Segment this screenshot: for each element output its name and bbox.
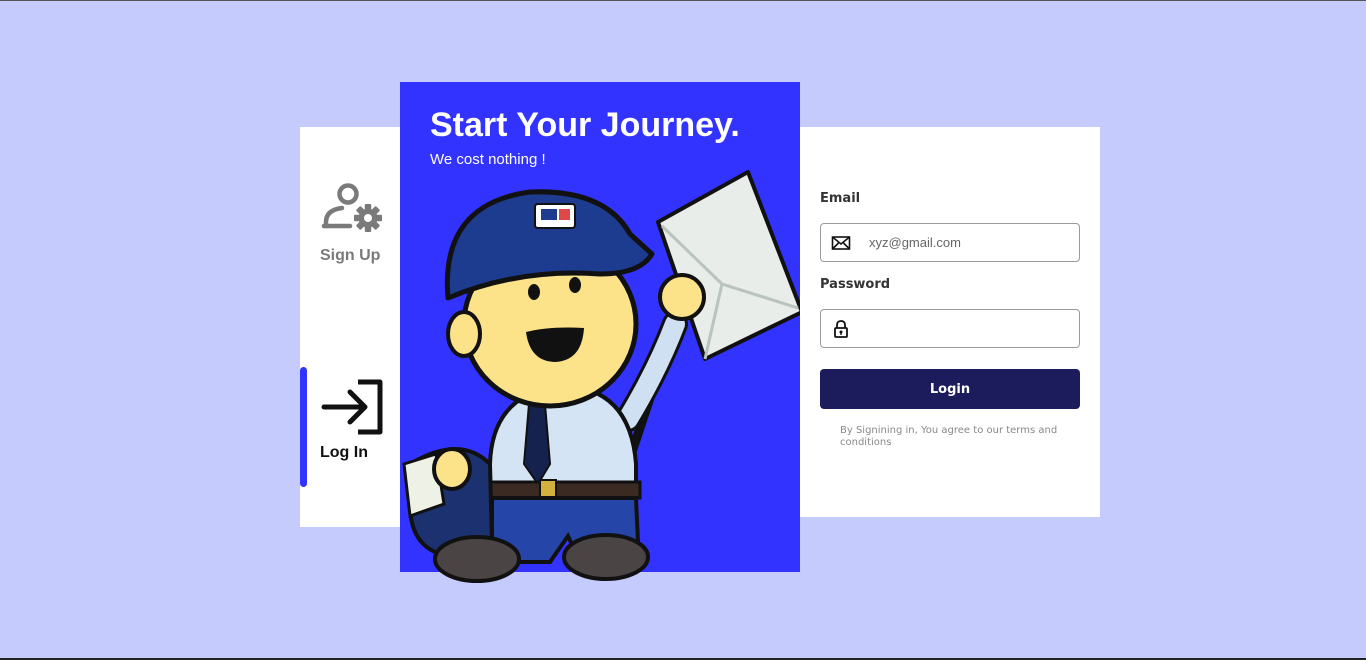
email-field-container[interactable]	[820, 223, 1080, 262]
mail-carrier-mascot	[402, 170, 804, 583]
password-field[interactable]	[869, 310, 1069, 347]
envelope-icon	[831, 236, 851, 250]
password-label: Password	[820, 277, 891, 292]
user-gear-icon	[321, 183, 382, 232]
login-arrow-icon	[321, 379, 383, 435]
hero-panel: Start Your Journey. We cost nothing !	[400, 82, 804, 583]
nav-sign-up[interactable]: Sign Up	[320, 182, 390, 265]
nav-log-in-label: Log In	[320, 444, 368, 461]
nav-log-in[interactable]: Log In	[320, 379, 390, 462]
hero-title: Start Your Journey.	[430, 106, 740, 144]
active-nav-indicator	[300, 367, 307, 487]
password-field-container[interactable]	[820, 309, 1080, 348]
email-label: Email	[820, 191, 861, 206]
nav-sign-up-label: Sign Up	[320, 247, 381, 264]
terms-notice: By Signining in, You agree to our terms …	[840, 425, 1058, 448]
side-nav: Sign Up Log In	[300, 127, 400, 527]
lock-icon	[834, 320, 848, 338]
login-button[interactable]: Login	[820, 369, 1080, 409]
email-field[interactable]	[869, 224, 1069, 261]
login-form: Email Password Login By Signining in, Yo…	[800, 127, 1100, 517]
